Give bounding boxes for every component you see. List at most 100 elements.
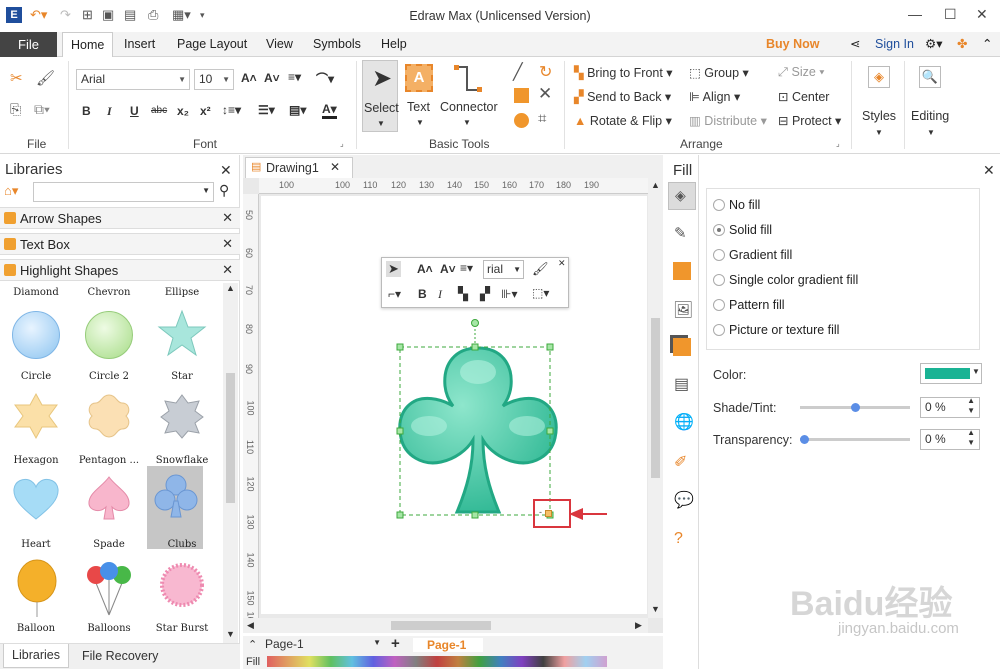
minimize-icon[interactable]: — <box>908 6 922 22</box>
shape-pentagon[interactable] <box>84 391 134 441</box>
ellipse-tool-icon[interactable] <box>514 113 529 128</box>
resize-handle[interactable] <box>546 343 554 351</box>
tab-file-recovery[interactable]: File Recovery <box>82 649 158 663</box>
attachment-icon[interactable]: ✐ <box>674 452 687 472</box>
slider-thumb[interactable] <box>800 435 809 444</box>
subscript-icon[interactable]: x₂ <box>177 104 189 118</box>
transparency-slider[interactable] <box>800 435 910 444</box>
protect-button[interactable]: ⊟ Protect ▾ <box>778 113 841 128</box>
resize-handle[interactable] <box>471 343 479 351</box>
align-button[interactable]: ⊫ Align ▾ <box>689 89 740 104</box>
library-section-text-box[interactable]: Text Box ✕ <box>0 233 240 255</box>
underline-icon[interactable]: U <box>130 104 139 118</box>
tab-view[interactable]: View <box>266 32 293 57</box>
send-to-back-button[interactable]: ▞ Send to Back ▾ <box>574 89 671 104</box>
radio-picture-texture-fill[interactable] <box>713 324 725 336</box>
shape-hexagon[interactable] <box>11 391 61 441</box>
scroll-thumb[interactable] <box>226 373 235 503</box>
page-tab[interactable]: Page-1 <box>413 638 483 652</box>
font-name-select[interactable]: Arial ▼ <box>76 69 190 90</box>
shrink-font-icon[interactable]: A˅ <box>440 262 456 276</box>
highlight-color-icon[interactable]: ▤▾ <box>289 103 306 117</box>
rotation-handle[interactable] <box>471 319 479 327</box>
library-section-arrow-shapes[interactable]: Arrow Shapes ✕ <box>0 207 240 229</box>
group-button[interactable]: ⬚ Group ▾ <box>689 65 749 80</box>
arc-tool-icon[interactable]: ↻ <box>539 62 552 82</box>
styles-button[interactable]: ◈ Styles ▼ <box>858 62 900 142</box>
paste-icon[interactable]: ⎘ <box>10 101 21 118</box>
scroll-left-icon[interactable]: ◀ <box>247 620 254 631</box>
pointer-icon[interactable]: ➤ <box>386 261 401 277</box>
resize-handle[interactable] <box>471 511 479 519</box>
tab-page-layout[interactable]: Page Layout <box>177 32 247 57</box>
tab-help[interactable]: Help <box>381 32 407 57</box>
canvas-horizontal-scrollbar[interactable]: ◀ ▶ <box>243 618 648 633</box>
layers-icon[interactable] <box>673 338 691 356</box>
rotate-flip-button[interactable]: ▲ Rotate & Flip ▾ <box>574 113 672 128</box>
close-libraries-icon[interactable]: ✕ <box>220 162 232 179</box>
distribute-icon[interactable]: ⊪▾ <box>501 287 517 301</box>
resize-handle[interactable] <box>396 427 404 435</box>
scroll-down-icon[interactable]: ▼ <box>651 604 660 614</box>
scroll-up-icon[interactable]: ▲ <box>226 283 235 293</box>
page-selector[interactable]: Page-1 ▼ <box>265 637 383 654</box>
distribute-button[interactable]: ▥ Distribute ▾ <box>689 113 767 128</box>
font-size-select[interactable]: 10 ▼ <box>194 69 234 90</box>
strikethrough-icon[interactable]: abc <box>151 105 167 116</box>
radio-solid-fill[interactable] <box>713 224 725 236</box>
spinner-icon[interactable]: ▲ ▼ <box>967 428 975 448</box>
send-back-icon[interactable]: ▞ <box>480 286 490 302</box>
text-shape-icon[interactable]: ⌒▾ <box>316 70 334 87</box>
tab-home[interactable]: Home <box>62 32 114 58</box>
hyperlink-icon[interactable]: 🌐 <box>674 412 694 432</box>
italic-icon[interactable]: I <box>107 104 112 119</box>
radio-pattern-fill[interactable] <box>713 299 725 311</box>
collapse-ribbon-icon[interactable]: ⌃ <box>982 32 992 57</box>
chevron-up-icon[interactable]: ⌃ <box>248 638 257 651</box>
help-icon[interactable]: ? <box>674 530 683 548</box>
format-painter-icon[interactable]: 🖌 <box>532 261 549 277</box>
shape-spade[interactable] <box>84 473 134 523</box>
shape-star-burst[interactable] <box>156 559 208 611</box>
scroll-right-icon[interactable]: ▶ <box>635 620 642 631</box>
resize-handle[interactable] <box>396 343 404 351</box>
shape-heart[interactable] <box>11 475 61 523</box>
sign-in-link[interactable]: Sign In <box>875 32 914 57</box>
add-page-icon[interactable]: + <box>391 635 400 652</box>
bold-icon[interactable]: B <box>82 104 91 118</box>
grow-font-icon[interactable]: A˄ <box>241 71 257 85</box>
radio-single-color-gradient-fill[interactable] <box>713 274 725 286</box>
shape-balloons[interactable] <box>84 559 134 619</box>
bold-icon[interactable]: B <box>418 287 427 301</box>
shape-balloon[interactable] <box>14 559 60 619</box>
resize-handle[interactable] <box>396 511 404 519</box>
document-tab[interactable]: ▤ Drawing1 ✕ <box>245 157 353 178</box>
align-icon[interactable]: ≡▾ <box>288 70 301 84</box>
shadow-icon[interactable] <box>673 262 691 280</box>
italic-icon[interactable]: I <box>438 287 442 302</box>
editing-button[interactable]: 🔍 Editing ▼ <box>908 62 954 142</box>
resize-handle[interactable] <box>546 427 554 435</box>
share-icon[interactable]: ⋖ <box>850 32 860 57</box>
shrink-font-icon[interactable]: A˅ <box>264 71 280 85</box>
home-icon[interactable]: ⌂▾ <box>4 183 18 199</box>
maximize-icon[interactable]: ☐ <box>944 6 957 23</box>
center-button[interactable]: ⊡ Center <box>778 89 829 104</box>
library-scrollbar[interactable]: ▲ ▼ <box>223 283 238 643</box>
grow-font-icon[interactable]: A˄ <box>417 262 433 276</box>
search-icon[interactable]: ⚲ <box>219 182 229 199</box>
control-point-handle[interactable] <box>545 510 552 517</box>
text-tool-button[interactable]: A Text ▼ <box>404 60 436 132</box>
cross-tool-icon[interactable]: ✕ <box>538 84 552 104</box>
slider-thumb[interactable] <box>851 403 860 412</box>
radio-no-fill[interactable] <box>713 199 725 211</box>
rectangle-tool-icon[interactable] <box>514 88 529 103</box>
close-section-icon[interactable]: ✕ <box>222 210 233 226</box>
shape-clubs[interactable] <box>151 471 201 521</box>
transparency-input[interactable]: 0 % ▲ ▼ <box>920 428 980 450</box>
align-icon[interactable]: ≡▾ <box>460 261 473 275</box>
image-icon[interactable]: 🖼 <box>673 300 693 320</box>
buy-now-link[interactable]: Buy Now <box>766 32 819 57</box>
apps-icon[interactable]: ✤ <box>957 32 967 57</box>
close-section-icon[interactable]: ✕ <box>222 262 233 278</box>
